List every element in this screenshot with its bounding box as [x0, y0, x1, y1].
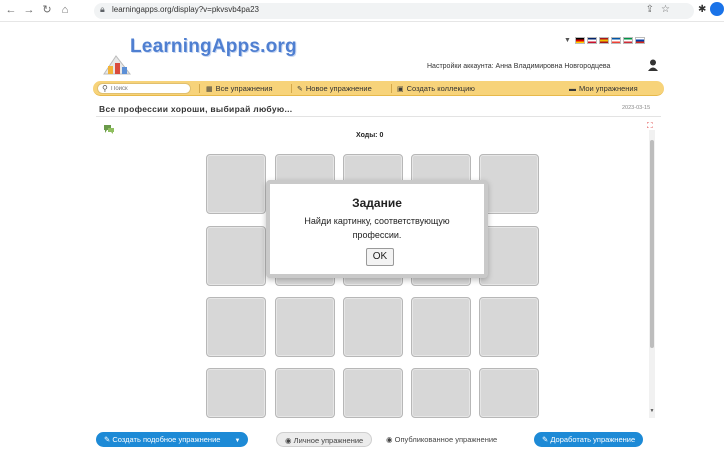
- reload-icon[interactable]: ↻: [40, 3, 54, 17]
- folder-icon: ▬: [569, 86, 576, 93]
- scroll-down-arrow-icon[interactable]: ▼: [649, 408, 655, 414]
- game-scrollbar[interactable]: ▼: [649, 130, 655, 418]
- memory-card[interactable]: [343, 368, 403, 418]
- search-input[interactable]: [111, 84, 186, 93]
- address-bar[interactable]: 🔒︎ learningapps.org/display?v=pkvsvb4pa2…: [94, 3, 694, 19]
- nav-new-exercise-label: Новое упражнение: [305, 84, 372, 93]
- flag-fr-icon[interactable]: [610, 37, 621, 44]
- nav-divider: [291, 84, 292, 93]
- nav-divider: [199, 84, 200, 93]
- nav-create-collection[interactable]: ▣ Создать коллекцию: [397, 83, 475, 94]
- site-logo[interactable]: LearningApps.org: [102, 30, 302, 80]
- memory-card[interactable]: [479, 297, 539, 357]
- flag-it-icon[interactable]: [622, 37, 633, 44]
- memory-card[interactable]: [479, 226, 539, 286]
- divider: [96, 116, 661, 117]
- logo-building-icon: [103, 55, 132, 75]
- lock-icon: 🔒︎: [100, 4, 105, 14]
- nav-new-exercise[interactable]: ✎ Новое упражнение: [297, 83, 372, 94]
- search-box[interactable]: ⚲: [97, 83, 191, 94]
- create-similar-label: Создать подобное упражнение: [112, 435, 221, 444]
- dialog-text: Найди картинку, соответствующую професси…: [304, 216, 450, 240]
- account-settings-link[interactable]: Настройки аккаунта: Анна Владимировна Но…: [427, 63, 610, 70]
- private-exercise-option[interactable]: ◉ Личное упражнение: [276, 432, 373, 447]
- memory-card[interactable]: [411, 368, 471, 418]
- nav-create-collection-label: Создать коллекцию: [406, 84, 475, 93]
- language-selector[interactable]: ▼: [564, 36, 645, 45]
- exercise-date: 2023-03-15: [622, 105, 651, 111]
- memory-card[interactable]: [411, 297, 471, 357]
- flag-ru-icon[interactable]: [634, 37, 645, 44]
- flag-uk-icon[interactable]: [586, 37, 597, 44]
- nav-my-exercises-label: Мои упражнения: [579, 84, 638, 93]
- memory-card[interactable]: [275, 297, 335, 357]
- extensions-icon[interactable]: ✱: [698, 4, 706, 15]
- ok-button[interactable]: OK: [366, 248, 394, 266]
- nav-my-exercises[interactable]: ▬ Мои упражнения: [569, 83, 638, 94]
- improve-exercise-label: Доработать упражнение: [550, 435, 636, 444]
- task-dialog: Задание Найди картинку, соответствующую …: [266, 180, 488, 278]
- grid-icon: ▦: [206, 86, 213, 93]
- language-dropdown-icon[interactable]: ▼: [564, 37, 571, 44]
- back-arrow-icon[interactable]: ←: [4, 3, 18, 17]
- memory-card[interactable]: [206, 297, 266, 357]
- radio-icon: ◉: [386, 435, 395, 444]
- published-exercise-option[interactable]: ◉ Опубликованное упражнение: [378, 432, 506, 447]
- profile-avatar[interactable]: [710, 2, 724, 16]
- share-icon[interactable]: ⇪: [646, 4, 654, 15]
- search-icon: ⚲: [102, 84, 108, 93]
- private-exercise-label: Личное упражнение: [293, 436, 364, 445]
- bookmark-star-icon[interactable]: ☆: [661, 4, 670, 15]
- memory-card[interactable]: [479, 368, 539, 418]
- radio-icon: ◉: [285, 436, 294, 445]
- memory-card[interactable]: [275, 368, 335, 418]
- main-navbar: ⚲ ▦Все упражнения ✎Новое упражнение ▣Соз…: [93, 81, 664, 96]
- improve-exercise-button[interactable]: ✎ Доработать упражнение: [534, 432, 644, 447]
- user-icon[interactable]: [648, 59, 658, 71]
- memory-card[interactable]: [479, 154, 539, 214]
- memory-card[interactable]: [343, 297, 403, 357]
- dialog-title: Задание: [352, 196, 402, 210]
- home-icon[interactable]: ⌂: [58, 3, 72, 17]
- logo-text: LearningApps.org: [130, 36, 297, 57]
- pencil-icon: ✎: [297, 86, 303, 93]
- nav-all-exercises-label: Все упражнения: [215, 84, 273, 93]
- nav-all-exercises[interactable]: ▦ Все упражнения: [206, 83, 273, 94]
- flag-de-icon[interactable]: [574, 37, 585, 44]
- exercise-title: Все профессии хороши, выбирай любую...: [99, 104, 293, 114]
- nav-divider: [391, 84, 392, 93]
- chevron-down-icon[interactable]: ▼: [234, 438, 240, 444]
- url-text[interactable]: learningapps.org/display?v=pkvsvb4pa23: [112, 5, 259, 14]
- create-similar-button[interactable]: ✎ Создать подобное упражнение ▼: [96, 432, 249, 447]
- moves-counter: Ходы: 0: [356, 132, 384, 139]
- browser-toolbar: ← → ↻ ⌂ 🔒︎ learningapps.org/display?v=pk…: [0, 0, 724, 22]
- scrollbar-thumb[interactable]: [650, 140, 654, 348]
- flag-es-icon[interactable]: [598, 37, 609, 44]
- memory-card[interactable]: [206, 368, 266, 418]
- feedback-icon[interactable]: [103, 123, 115, 135]
- collection-icon: ▣: [397, 86, 404, 93]
- forward-arrow-icon[interactable]: →: [22, 3, 36, 17]
- memory-card[interactable]: [206, 226, 266, 286]
- published-exercise-label: Опубликованное упражнение: [394, 435, 498, 444]
- memory-card[interactable]: [206, 154, 266, 214]
